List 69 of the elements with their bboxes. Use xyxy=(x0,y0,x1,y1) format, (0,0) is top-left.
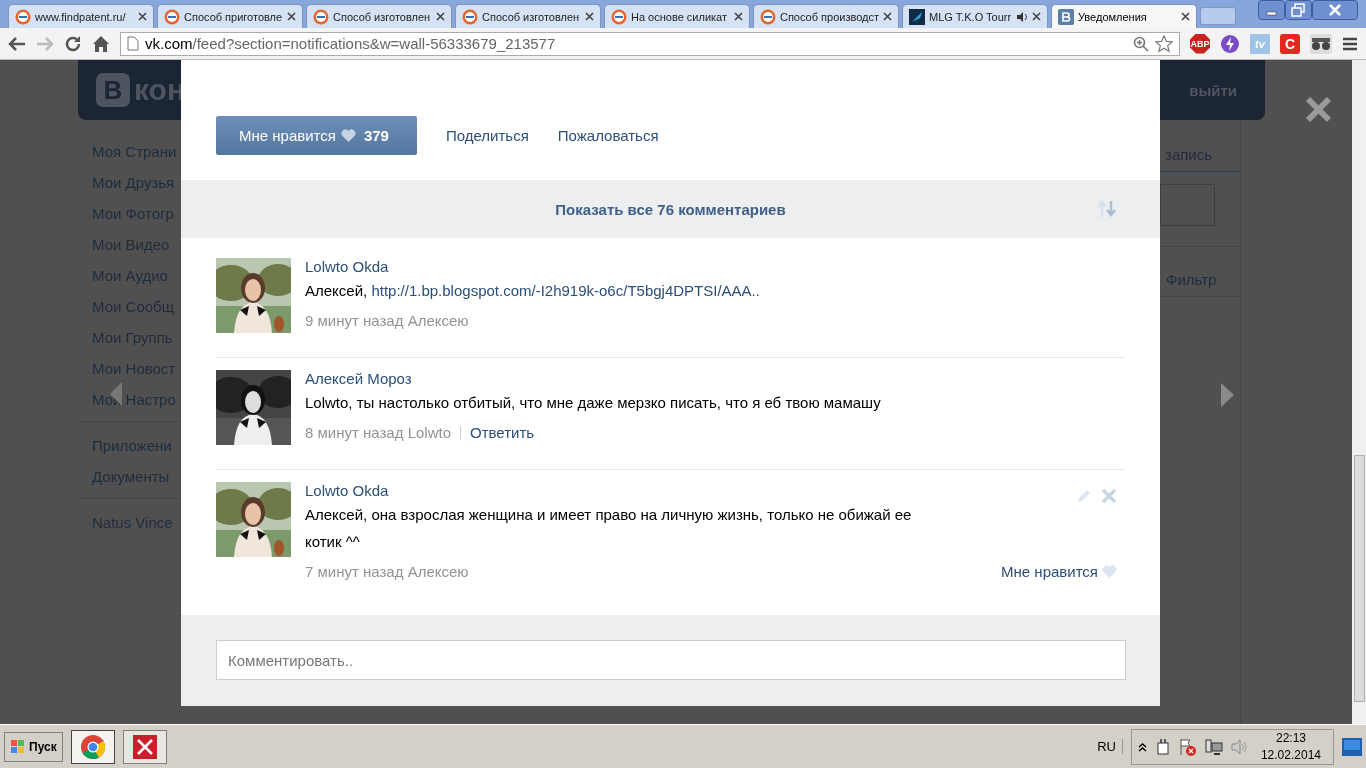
close-icon[interactable] xyxy=(585,12,594,21)
bird-icon xyxy=(909,8,925,25)
heart-icon xyxy=(340,129,356,142)
comment-time: 8 минут назад Lolwto xyxy=(305,424,451,441)
square-icon xyxy=(1058,8,1074,25)
close-icon[interactable] xyxy=(883,12,892,21)
browser-tab[interactable]: MLG T.K.O Tourr xyxy=(902,4,1048,28)
browser-tab[interactable]: Способ изготовлен xyxy=(455,4,601,28)
restore-icon[interactable] xyxy=(1285,0,1312,20)
flag-icon[interactable] xyxy=(1178,737,1197,756)
zoom-icon[interactable] xyxy=(1133,35,1149,52)
star-icon[interactable] xyxy=(1155,34,1173,53)
start-button[interactable]: Пуск xyxy=(4,731,63,762)
close-icon[interactable] xyxy=(1181,12,1190,21)
comment-text: Алексей, http://1.bp.blogspot.com/-I2h919k-o6c/T5bgj4DPTSI/AAA.. xyxy=(305,281,761,301)
show-all-comments-link[interactable]: Показать все 76 комментариев xyxy=(555,200,786,218)
browser-tab[interactable]: Способ производст xyxy=(753,4,899,28)
glasses-icon[interactable] xyxy=(1310,33,1332,54)
input-field[interactable] xyxy=(1160,184,1215,226)
close-icon[interactable] xyxy=(138,12,147,21)
minimize-icon[interactable] xyxy=(1258,0,1285,20)
menu-icon[interactable] xyxy=(1342,36,1358,51)
taskbar-button[interactable] xyxy=(70,729,115,764)
author-link[interactable]: Алексей Мороз xyxy=(305,370,412,387)
wheel-icon xyxy=(79,733,106,760)
windows-flag-icon xyxy=(10,739,26,754)
lightning-icon[interactable] xyxy=(1220,33,1240,54)
comment-text: Алексей, она взрослая женщина и имеет право на личную жизнь, только не обижай ее котик ^^ xyxy=(305,505,913,552)
author-link[interactable]: Lolwto Okda xyxy=(305,258,389,275)
scrollbar-thumb[interactable] xyxy=(1354,455,1365,702)
taskbar-button[interactable] xyxy=(122,729,167,764)
author-link[interactable]: Lolwto Okda xyxy=(305,482,389,499)
close-icon[interactable] xyxy=(1032,12,1041,21)
chevron-icon[interactable] xyxy=(1137,741,1147,752)
reload-icon[interactable] xyxy=(64,34,82,53)
back-icon[interactable] xyxy=(8,35,26,52)
url-text: vk.com/feed?section=notifications&w=wall-56333679_213577 xyxy=(145,35,557,52)
like-button[interactable]: Мне нравится xyxy=(1001,563,1117,580)
extension-button[interactable]: C xyxy=(1280,33,1300,54)
close-icon[interactable] xyxy=(287,12,296,21)
address-bar[interactable]: vk.com/feed?section=notifications&w=wall-56333679_213577 xyxy=(120,31,1180,56)
desktop-icon[interactable] xyxy=(1342,737,1362,756)
comment-time: 9 минут назад Алексею xyxy=(305,312,469,329)
browser-tab[interactable]: Способ приготовле xyxy=(157,4,303,28)
heart-icon xyxy=(1102,565,1117,578)
browser-tab[interactable]: Уведомления xyxy=(1051,4,1197,28)
share-link[interactable]: Поделиться xyxy=(445,127,529,144)
comment-text: Lolwto, ты настолько отбитый, что мне даже мерзко писать, что я еб твою мамашу xyxy=(305,393,882,413)
browser-tab[interactable]: На основе силикат xyxy=(604,4,750,28)
url-link[interactable]: http://1.bp.blogspot.com/-I2h919k-o6c/T5bgj4DPTSI/AAA.. xyxy=(371,282,760,299)
comment-time: 7 минут назад Алексею xyxy=(305,563,469,580)
report-link[interactable]: Пожаловаться xyxy=(557,127,659,144)
close-icon[interactable] xyxy=(436,12,445,21)
browser-tab[interactable]: www.findpatent.ru/ xyxy=(8,4,154,28)
comment-field[interactable]: Комментировать.. xyxy=(216,640,1126,680)
date-text: 12.02.2014 xyxy=(1260,748,1321,762)
close-icon[interactable] xyxy=(734,12,743,21)
plug-icon[interactable] xyxy=(1154,737,1171,756)
extension-button[interactable]: ABP xyxy=(1190,33,1210,54)
home-icon[interactable] xyxy=(92,34,110,53)
network-icon[interactable] xyxy=(1204,737,1223,756)
browser-tab[interactable]: Способ изготовлен xyxy=(306,4,452,28)
like-button[interactable]: Мне нравится 379 xyxy=(216,116,417,155)
app-icon xyxy=(132,734,157,759)
language-indicator[interactable]: RU xyxy=(1097,739,1123,754)
close-icon[interactable] xyxy=(1312,0,1358,20)
reply-link[interactable]: Ответить xyxy=(470,424,535,441)
page-icon xyxy=(127,36,139,51)
time-text: 22:13 xyxy=(1275,731,1306,745)
